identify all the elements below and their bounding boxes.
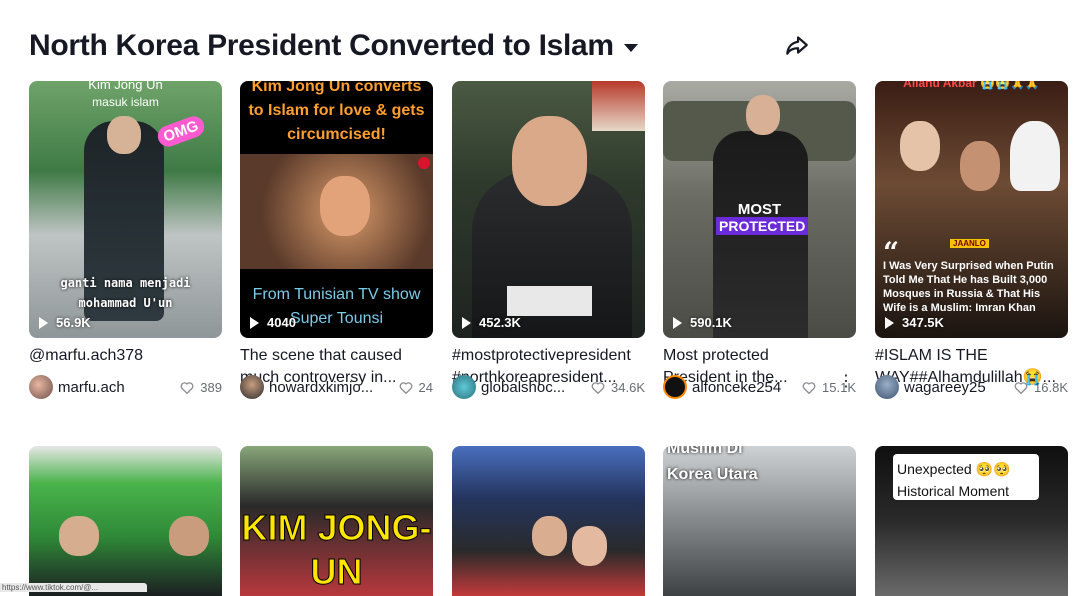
overlay-quote: I Was Very Surprised when Putin Told Me … bbox=[883, 260, 1054, 314]
video-thumbnail[interactable]: KIM JONG-UN bbox=[240, 446, 433, 596]
share-icon[interactable] bbox=[784, 32, 810, 58]
face-shape bbox=[746, 95, 780, 135]
heart-icon bbox=[802, 381, 816, 394]
avatar[interactable] bbox=[240, 375, 264, 399]
overlay-caption: Muslim Di Korea Utara bbox=[667, 446, 758, 483]
author-row: globalshoc... 34.6K bbox=[452, 375, 645, 399]
like-count: 16.8K bbox=[1014, 380, 1068, 395]
like-count-text: 24 bbox=[418, 379, 433, 395]
play-icon bbox=[673, 316, 682, 329]
page-header: North Korea President Converted to Islam bbox=[29, 26, 638, 66]
like-count: 24 bbox=[399, 380, 433, 395]
play-icon bbox=[885, 316, 894, 329]
heart-icon bbox=[1014, 381, 1028, 394]
headscarf-shape bbox=[1010, 121, 1060, 191]
face-shape bbox=[572, 526, 607, 566]
video-thumbnail[interactable]: Kim Jong Un masuk islam OMG ganti nama m… bbox=[29, 81, 222, 338]
view-count-text: 590.1K bbox=[690, 315, 732, 330]
video-thumbnail[interactable] bbox=[452, 446, 645, 596]
overlay-label-protected: PROTECTED bbox=[716, 217, 809, 235]
like-count-text: 34.6K bbox=[611, 379, 645, 395]
face-shape bbox=[107, 116, 141, 154]
video-thumbnail[interactable]: Kim Jong Un converts to Islam for love &… bbox=[240, 81, 433, 338]
channel-logo-icon bbox=[418, 157, 430, 169]
heart-icon bbox=[591, 381, 605, 394]
view-count: 4040 bbox=[250, 315, 296, 330]
chevron-down-icon[interactable] bbox=[623, 44, 638, 52]
like-count-text: 16.8K bbox=[1034, 379, 1068, 395]
play-icon bbox=[462, 316, 471, 329]
overlay-caption-top: Allahu Akbar 😭😭🙏🙏 bbox=[903, 81, 1040, 90]
overlay-caption: KIM JONG-UN bbox=[241, 507, 432, 593]
heart-icon bbox=[399, 381, 412, 394]
face-shape bbox=[960, 141, 1000, 191]
view-count-text: 4040 bbox=[267, 315, 296, 330]
like-count-text: 15.1K bbox=[822, 379, 856, 395]
view-count: 590.1K bbox=[673, 315, 732, 330]
view-count: 347.5K bbox=[885, 315, 944, 330]
face-shape bbox=[532, 516, 567, 556]
video-thumbnail[interactable] bbox=[29, 446, 222, 596]
view-count-text: 56.9K bbox=[56, 315, 91, 330]
video-thumbnail[interactable]: Unexpected 🥺🥺 Historical Moment bbox=[875, 446, 1068, 596]
author-row: alfonceke254 15.1K bbox=[663, 375, 856, 399]
author-name[interactable]: globalshoc... bbox=[481, 379, 565, 396]
status-bar-url: https://www.tiktok.com/@... /video/73011… bbox=[0, 583, 147, 592]
like-count-text: 389 bbox=[200, 379, 222, 395]
heart-icon bbox=[180, 381, 194, 394]
podium-papers bbox=[507, 286, 592, 316]
overlay-label-most: MOST bbox=[737, 201, 782, 218]
author-name[interactable]: howardxkimjo... bbox=[269, 379, 373, 396]
avatar[interactable] bbox=[452, 375, 476, 399]
author-name[interactable]: alfonceke254 bbox=[692, 379, 781, 396]
overlay-caption: Unexpected 🥺🥺 Historical Moment bbox=[897, 461, 1011, 499]
avatar[interactable] bbox=[29, 375, 53, 399]
video-thumbnail[interactable]: 452.3K bbox=[452, 81, 645, 338]
video-thumbnail[interactable]: Allahu Akbar 😭😭🙏🙏 “ JAANLO I Was Very Su… bbox=[875, 81, 1068, 338]
avatar[interactable] bbox=[663, 375, 687, 399]
like-count: 34.6K bbox=[591, 380, 645, 395]
face-shape bbox=[512, 116, 587, 206]
overlay-caption-bottom: ganti nama menjadi mohammad U'un bbox=[60, 276, 191, 310]
face-shape bbox=[59, 516, 99, 556]
avatar[interactable] bbox=[875, 375, 899, 399]
face-shape bbox=[900, 121, 940, 171]
page-title: North Korea President Converted to Islam bbox=[29, 29, 614, 62]
author-name[interactable]: marfu.ach bbox=[58, 379, 125, 396]
inset-video bbox=[592, 81, 645, 131]
overlay-caption-top: Kim Jong Un bbox=[88, 81, 163, 92]
video-thumbnail[interactable]: MOST PROTECTED 590.1K bbox=[663, 81, 856, 338]
face-shape bbox=[320, 176, 370, 236]
view-count: 56.9K bbox=[39, 315, 91, 330]
overlay-caption-top: Kim Jong Un converts to Islam for love &… bbox=[248, 81, 425, 143]
like-count: 15.1K bbox=[802, 380, 856, 395]
view-count-text: 347.5K bbox=[902, 315, 944, 330]
play-icon bbox=[39, 316, 48, 329]
face-shape bbox=[169, 516, 209, 556]
brand-badge: JAANLO bbox=[950, 239, 989, 248]
author-row: marfu.ach 389 bbox=[29, 375, 222, 399]
like-count: 389 bbox=[180, 380, 222, 395]
play-icon bbox=[250, 316, 259, 329]
author-name[interactable]: wagareey25 bbox=[904, 379, 986, 396]
author-row: howardxkimjo... 24 bbox=[240, 375, 433, 399]
omg-sticker: OMG bbox=[154, 113, 207, 150]
author-row: wagareey25 16.8K bbox=[875, 375, 1068, 399]
view-count-text: 452.3K bbox=[479, 315, 521, 330]
view-count: 452.3K bbox=[462, 315, 521, 330]
video-thumbnail[interactable]: Muslim Di Korea Utara bbox=[663, 446, 856, 596]
overlay-caption-sub: masuk islam bbox=[92, 95, 159, 109]
video-description[interactable]: @marfu.ach378 bbox=[29, 345, 215, 367]
